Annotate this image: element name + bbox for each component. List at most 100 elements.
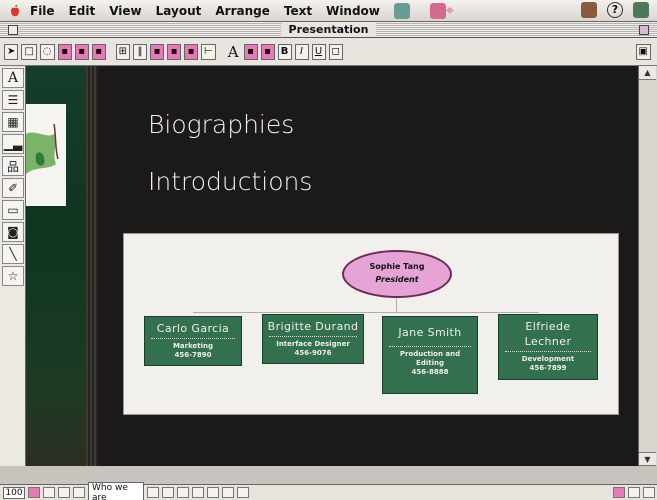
employee-role: Marketing — [172, 342, 214, 350]
zoom-box-icon[interactable] — [639, 25, 649, 35]
employee-name: Brigitte Durand — [267, 320, 359, 333]
sound-icon[interactable] — [581, 2, 597, 18]
employee-role: Development — [521, 355, 575, 363]
window-title-bar[interactable]: Presentation — [0, 22, 657, 38]
window-title: Presentation — [280, 22, 377, 37]
fill-color-icon[interactable]: ▪ — [57, 43, 72, 60]
notes-view-icon[interactable] — [207, 487, 219, 498]
window-menu-icon[interactable] — [393, 2, 410, 19]
shape-tool-icon[interactable]: ◌ — [39, 43, 55, 60]
scroll-down-arrow-icon[interactable]: ▼ — [639, 452, 656, 466]
org-chart-tool-icon[interactable]: 品 — [2, 156, 24, 176]
menu-file[interactable]: File — [30, 4, 55, 18]
status-bar: 100 Who we are — [0, 481, 657, 500]
slide-bullet-biographies: Biographies — [148, 110, 295, 139]
employee-role: Production and Editing — [399, 350, 461, 367]
org-node-employee[interactable]: Brigitte Durand Interface Designer 456-9… — [262, 314, 364, 364]
image-tool-icon[interactable]: ▭ — [2, 200, 24, 220]
list-tool-icon[interactable]: ☰ — [2, 90, 24, 110]
org-chart[interactable]: Sophie Tang President Carlo Garcia Marke… — [123, 233, 619, 415]
slide-canvas[interactable]: Biographies Introductions Sophie Tang Pr… — [26, 66, 638, 466]
text-color-icon[interactable]: ▪ — [243, 43, 258, 60]
org-connector-vertical — [396, 298, 397, 312]
apple-menu-icon[interactable] — [8, 4, 22, 18]
line-weight-icon[interactable]: ⊢ — [200, 43, 216, 60]
slide-bullet-introductions: Introductions — [148, 167, 313, 196]
next-slide-icon[interactable] — [162, 487, 174, 498]
previous-slide-icon[interactable] — [73, 487, 85, 498]
node-divider — [269, 336, 357, 337]
crosshair-icon: ⌖ — [445, 2, 454, 19]
toolbar-separator — [219, 44, 223, 60]
distribute-icon[interactable]: ▪ — [166, 43, 181, 60]
node-divider — [389, 346, 471, 347]
slide-view-icon[interactable]: ▣ — [635, 43, 651, 60]
text-tool-icon[interactable]: A — [2, 68, 24, 88]
menubar-right-icons: ? — [581, 2, 649, 18]
menu-view[interactable]: View — [109, 4, 141, 18]
pointer-tool-icon[interactable]: ➤ — [4, 43, 19, 60]
zoom-out-icon[interactable] — [28, 487, 40, 498]
application-switcher-icon[interactable] — [633, 2, 649, 18]
underline-icon[interactable]: U — [311, 43, 326, 60]
help-icon[interactable]: ? — [607, 2, 623, 18]
scroll-up-arrow-icon[interactable]: ▲ — [639, 66, 656, 80]
employee-phone: 456-8888 — [411, 368, 449, 376]
arrange-icon[interactable]: ▪ — [149, 43, 164, 60]
grid-icon[interactable]: ⊞ — [115, 43, 130, 60]
zoom-level-field[interactable]: 100 — [3, 486, 25, 499]
align-icon[interactable]: ‖ — [132, 43, 147, 60]
view-mode-icon[interactable] — [58, 487, 70, 498]
outline-icon[interactable]: ◻ — [328, 43, 343, 60]
resize-grip-icon[interactable] — [643, 487, 655, 498]
line-style-icon[interactable]: ▪ — [91, 43, 106, 60]
employee-name: Elfriede Lechner — [524, 320, 572, 348]
bold-icon[interactable]: B — [277, 43, 292, 60]
chart-tool-icon[interactable]: ▁▃ — [2, 134, 24, 154]
outline-view-icon[interactable] — [192, 487, 204, 498]
scroll-left-icon[interactable] — [613, 487, 625, 498]
slide-picture[interactable] — [26, 104, 66, 206]
node-divider — [151, 338, 235, 339]
menu-text[interactable]: Text — [284, 4, 312, 18]
menu-arrange[interactable]: Arrange — [215, 4, 270, 18]
font-icon[interactable]: A — [226, 43, 241, 61]
handout-view-icon[interactable] — [222, 487, 234, 498]
menu-bar: File Edit View Layout Arrange Text Windo… — [0, 0, 657, 22]
frame-tool-icon[interactable]: ◙ — [2, 222, 24, 242]
employee-name: Carlo Garcia — [156, 322, 230, 335]
employee-name: Jane Smith — [398, 326, 462, 339]
line-color-icon[interactable]: ▪ — [74, 43, 89, 60]
text-size-icon[interactable]: ▪ — [260, 43, 275, 60]
tool-palette: A ☰ ▦ ▁▃ 品 ✐ ▭ ◙ ╲ ☆ — [0, 66, 26, 466]
org-node-employee[interactable]: Elfriede Lechner Development 456-7899 — [498, 314, 598, 380]
italic-icon[interactable]: I — [294, 43, 309, 60]
star-tool-icon[interactable]: ☆ — [2, 266, 24, 286]
employee-phone: 456-7899 — [529, 364, 567, 372]
zoom-in-icon[interactable] — [43, 487, 55, 498]
org-node-president[interactable]: Sophie Tang President — [342, 250, 452, 298]
president-name: Sophie Tang — [369, 262, 425, 271]
menu-window[interactable]: Window — [326, 4, 380, 18]
menu-layout[interactable]: Layout — [156, 4, 202, 18]
slide-menu-icon[interactable] — [147, 487, 159, 498]
node-divider — [505, 351, 591, 352]
rectangle-tool-icon[interactable]: □ — [21, 43, 37, 60]
draw-tool-icon[interactable]: ✐ — [2, 178, 24, 198]
slide-name-field[interactable]: Who we are — [88, 481, 144, 500]
slide-decoration-border — [86, 66, 98, 466]
close-box-icon[interactable] — [8, 25, 18, 35]
scroll-right-icon[interactable] — [628, 487, 640, 498]
slideshow-icon[interactable] — [237, 487, 249, 498]
org-node-employee[interactable]: Jane Smith Production and Editing 456-88… — [382, 316, 478, 394]
org-connector-horizontal — [193, 312, 539, 313]
org-node-employee[interactable]: Carlo Garcia Marketing 456-7890 — [144, 316, 242, 366]
line-tool-icon[interactable]: ╲ — [2, 244, 24, 264]
menu-edit[interactable]: Edit — [69, 4, 96, 18]
slide-sorter-icon[interactable] — [177, 487, 189, 498]
app-icon[interactable] — [429, 2, 446, 19]
table-tool-icon[interactable]: ▦ — [2, 112, 24, 132]
toolbar-separator — [109, 44, 113, 60]
vertical-scrollbar[interactable]: ▲ ▼ — [638, 66, 657, 466]
group-icon[interactable]: ▪ — [183, 43, 198, 60]
